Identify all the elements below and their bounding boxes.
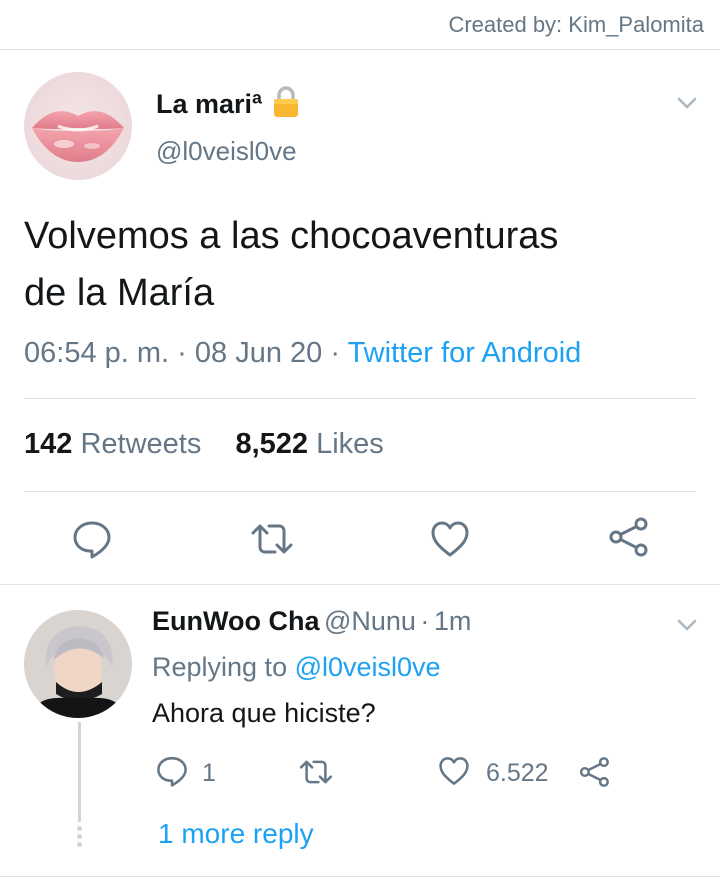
retweets-stat[interactable]: 142 Retweets (24, 428, 201, 460)
share-icon[interactable] (578, 756, 610, 793)
reply-text: Ahora que hiciste? (152, 698, 376, 728)
separator: · (420, 606, 430, 636)
replying-to: Replying to @l0veisl0ve (152, 652, 441, 683)
tweet-text-line: de la María (24, 272, 215, 314)
tweet-source-link[interactable]: Twitter for Android (348, 337, 582, 369)
tweet-text-line: Volvemos a las chocoaventuras (24, 215, 559, 257)
thread-dots (77, 826, 82, 847)
reply-count: 1 (202, 759, 216, 787)
chevron-down-icon[interactable] (674, 90, 700, 121)
reply-author-name[interactable]: EunWoo Cha (152, 606, 319, 636)
retweet-icon[interactable] (248, 517, 296, 561)
tweet-stats: 142 Retweets 8,522 Likes (24, 428, 384, 461)
lock-icon (272, 86, 300, 123)
reply-header: EunWoo Cha @Nunu · 1m (152, 606, 471, 637)
reply-author-handle[interactable]: @Nunu (324, 606, 416, 636)
retweets-count: 142 (24, 428, 73, 460)
tweet-meta: 06:54 p. m. · 08 Jun 20 · Twitter for An… (24, 337, 581, 370)
replying-to-handle[interactable]: @l0veisl0ve (295, 652, 441, 682)
reply-author-avatar[interactable] (24, 610, 132, 718)
likes-count: 8,522 (235, 428, 309, 460)
thread-line (78, 722, 81, 822)
separator: · (177, 337, 187, 369)
like-icon[interactable] (438, 756, 470, 791)
author-handle[interactable]: @l0veisl0ve (156, 136, 297, 167)
author-avatar[interactable] (24, 72, 132, 180)
retweet-icon[interactable] (298, 756, 334, 793)
chevron-down-icon[interactable] (674, 612, 700, 643)
share-icon[interactable] (606, 515, 650, 559)
tweet-time: 06:54 p. m. (24, 337, 170, 369)
retweets-label: Retweets (80, 428, 202, 460)
divider (24, 491, 696, 492)
likes-label: Likes (316, 428, 384, 460)
reply-like-action[interactable]: 6.522 (438, 756, 549, 791)
tweet-text: Volvemos a las chocoaventuras de la Marí… (24, 208, 704, 322)
likes-stat[interactable]: 8,522 Likes (235, 428, 383, 460)
divider (24, 398, 696, 399)
creator-credit: Created by: Kim_Palomita (448, 12, 704, 37)
reply-icon[interactable] (70, 517, 114, 561)
reply-icon[interactable] (156, 755, 188, 792)
like-icon[interactable] (428, 517, 472, 561)
like-count: 6.522 (486, 759, 549, 787)
reply-reply-action[interactable]: 1 (156, 755, 216, 792)
header-divider (0, 49, 720, 50)
author-name[interactable]: La mariª (156, 89, 262, 120)
more-replies-link[interactable]: 1 more reply (158, 818, 314, 850)
divider (0, 584, 720, 585)
replying-to-label: Replying to (152, 652, 288, 682)
separator: · (330, 337, 341, 369)
divider (0, 876, 720, 877)
tweet-date: 08 Jun 20 (194, 337, 323, 369)
reply-timestamp: 1m (433, 606, 472, 636)
